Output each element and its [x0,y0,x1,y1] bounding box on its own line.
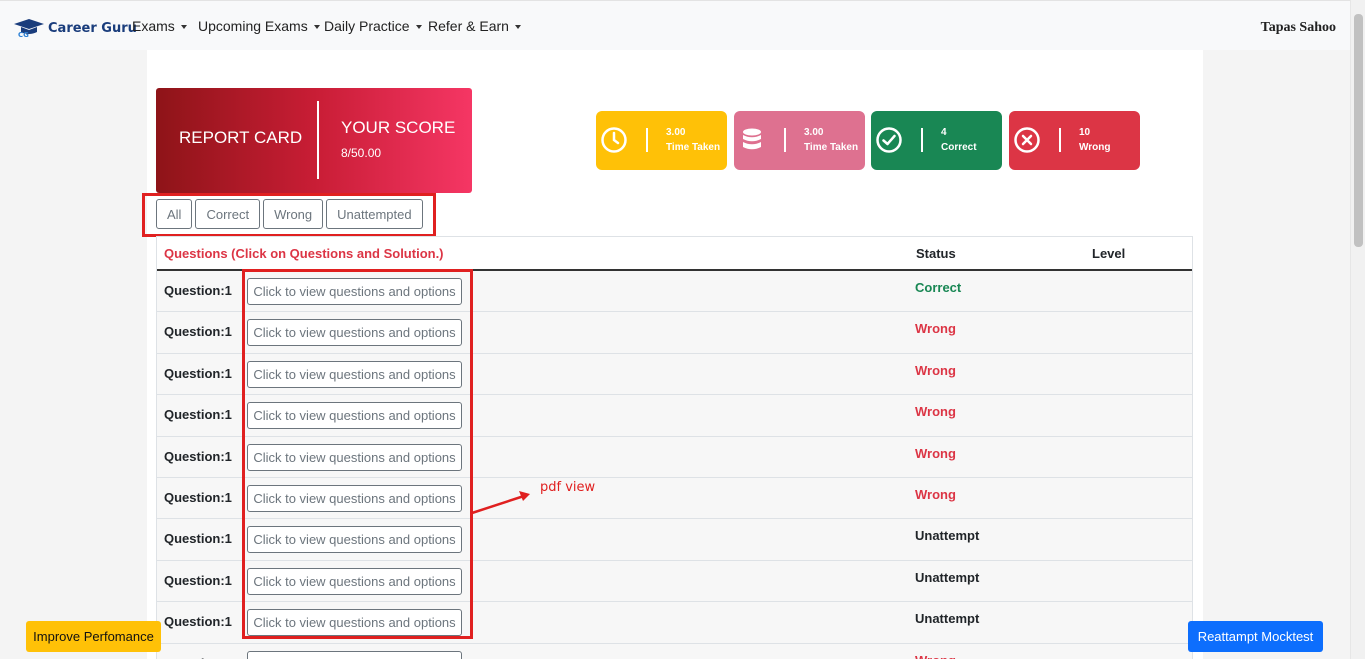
graduation-cap-logo-icon: CG [13,18,45,39]
stat-value: 3.00 [666,127,686,138]
question-label: Question:1 [164,365,232,381]
status-text: Wrong [915,486,956,502]
stat-card-time-taken-2: 3.00 Time Taken [734,111,865,170]
stat-value: 10 [1079,127,1091,138]
top-navbar: CG Career Guru Exams Upcoming Exams Dail… [0,0,1350,50]
nav-refer-earn[interactable]: Refer & Earn [428,18,521,34]
header-questions: Questions (Click on Questions and Soluti… [164,246,444,261]
stat-value: 3.00 [804,127,824,138]
caret-down-icon [180,25,187,30]
check-circle-icon [875,126,903,154]
status-text: Wrong [915,362,956,378]
header-status: Status [916,246,956,261]
question-label: Question:1 [164,531,232,547]
user-name[interactable]: Tapas Sahoo [1261,20,1336,36]
annotation-box-filters [142,193,436,237]
status-text: Wrong [915,445,956,461]
divider [317,101,319,179]
stat-label: Time Taken [804,142,859,153]
nav-label: Exams [132,18,175,34]
divider [784,128,786,152]
stat-card-correct: 4 Correct [871,111,1002,170]
score-value: 8/50.00 [341,146,382,160]
question-label: Question:1 [164,489,232,505]
divider [1059,128,1061,152]
divider [646,128,648,152]
question-label: Question:1 [164,614,232,630]
clock-icon [600,126,628,154]
nav-exams[interactable]: Exams [132,18,187,34]
improve-performance-button[interactable]: Improve Perfomance [26,621,161,652]
question-label: Question:1 [164,448,232,464]
header-level: Level [1092,246,1126,261]
table-header: Questions (Click on Questions and Soluti… [157,237,1192,271]
nav-label: Upcoming Exams [198,18,308,34]
x-circle-icon [1013,126,1041,154]
question-label: Question:1 [164,324,232,340]
stat-card-wrong: 10 Wrong [1009,111,1140,170]
svg-text:CG: CG [18,31,29,38]
status-text: Wrong [915,404,956,420]
nav-daily-practice[interactable]: Daily Practice [324,18,422,34]
status-text: Unattempt [915,569,980,585]
annotation-label: pdf view [540,480,596,495]
question-label: Question:1 [164,572,232,588]
database-icon [738,126,766,154]
caret-down-icon [514,25,521,30]
status-text: Unattempt [915,528,980,544]
stat-label: Time Taken [666,142,721,153]
brand-logo-link[interactable]: CG Career Guru [13,18,137,39]
table-row: Question:1 Click to view questions and op… [157,643,1192,659]
nav-upcoming-exams[interactable]: Upcoming Exams [198,18,320,34]
status-text: Wrong [915,653,956,659]
score-label: YOUR SCORE [341,118,456,137]
stat-value: 4 [941,127,947,138]
question-label: Question:1 [164,283,232,298]
page-scrollbar[interactable] [1350,0,1365,659]
status-text: Wrong [915,321,956,337]
nav-label: Daily Practice [324,18,410,34]
scrollbar-thumb[interactable] [1354,14,1363,247]
divider [921,128,923,152]
status-text: Correct [915,280,962,295]
stat-card-time-taken: 3.00 Time Taken [596,111,727,170]
view-question-button[interactable]: Click to view questions and options [247,650,462,659]
stat-label: Wrong [1079,142,1111,153]
nav-label: Refer & Earn [428,18,509,34]
brand-name: Career Guru [48,20,137,36]
status-text: Unattempt [915,611,980,627]
annotation-box-view-buttons [242,269,473,639]
report-card: REPORT CARD YOUR SCORE 8/50.00 [156,88,472,193]
stat-label: Correct [941,142,977,153]
report-card-title: REPORT CARD [179,128,303,147]
question-label: Question:1 [164,656,232,659]
question-label: Question:1 [164,407,232,423]
annotation-arrow-icon [471,491,530,515]
reattempt-mocktest-button[interactable]: Reattampt Mocktest [1188,621,1323,652]
caret-down-icon [415,25,422,30]
caret-down-icon [313,25,320,30]
